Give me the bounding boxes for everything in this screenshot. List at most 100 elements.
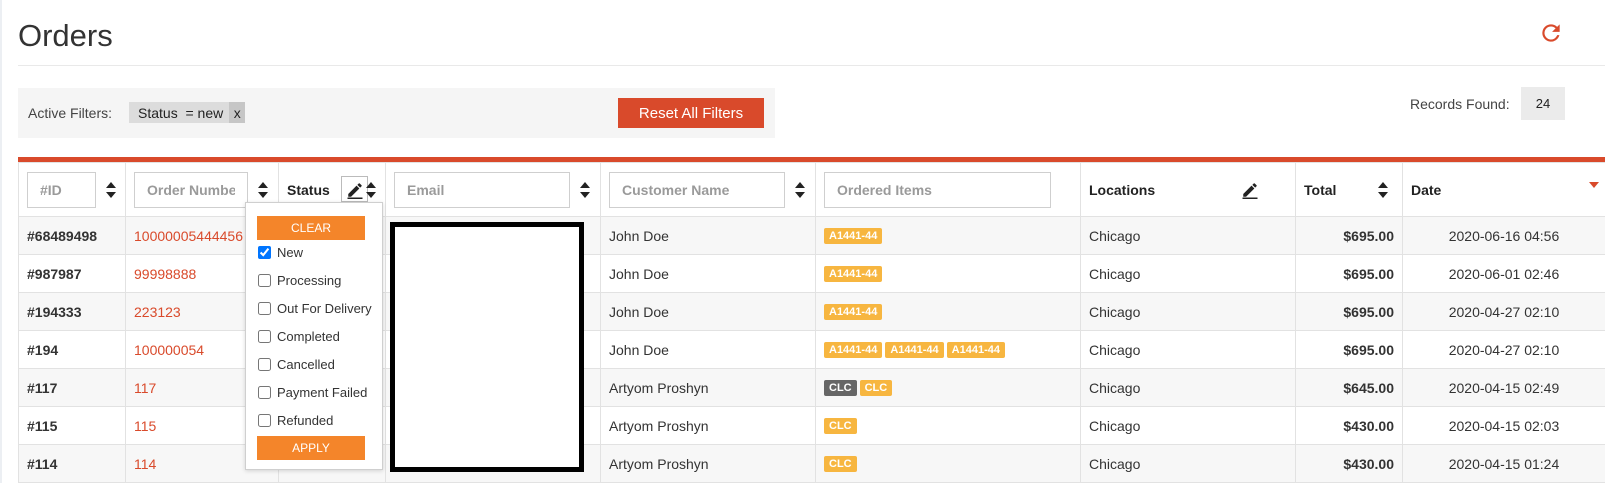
total-cell: $695.00 — [1295, 216, 1403, 255]
active-filters-label: Active Filters: — [28, 105, 113, 121]
clear-status-filter-button[interactable]: CLEAR — [257, 216, 365, 240]
ordered-items-cell: A1441-44 — [815, 216, 1081, 255]
ordered-items-cell: CLC — [815, 444, 1081, 483]
location-cell: Chicago — [1080, 406, 1296, 445]
title-divider — [18, 65, 1605, 66]
order-id-cell: #114 — [18, 444, 126, 483]
date-cell: 2020-04-15 01:24 — [1402, 444, 1605, 483]
item-tag: A1441-44 — [946, 342, 1005, 359]
location-cell: Chicago — [1080, 444, 1296, 483]
edit-filter-icon[interactable] — [346, 181, 364, 199]
sort-descending-icon[interactable] — [1589, 182, 1599, 188]
ordered-items-cell: CLC CLC — [815, 368, 1081, 407]
total-cell: $695.00 — [1295, 254, 1403, 293]
location-cell: Chicago — [1080, 216, 1296, 255]
status-option-checkbox[interactable] — [258, 274, 271, 287]
status-option-checkbox[interactable] — [258, 246, 271, 259]
status-option-label: Payment Failed — [277, 385, 368, 400]
order-number-filter-input[interactable] — [134, 172, 248, 208]
status-option[interactable]: New — [258, 245, 303, 260]
item-tag: CLC — [824, 456, 857, 473]
item-tag: CLC — [824, 380, 857, 397]
date-cell: 2020-04-15 02:49 — [1402, 368, 1605, 407]
status-option-checkbox[interactable] — [258, 330, 271, 343]
status-option-checkbox[interactable] — [258, 414, 271, 427]
id-filter-input[interactable] — [27, 172, 96, 208]
sort-icon[interactable] — [105, 182, 117, 198]
sort-icon[interactable] — [794, 182, 806, 198]
total-column-header: Total — [1295, 162, 1403, 217]
order-id-cell: #117 — [18, 368, 126, 407]
apply-status-filter-button[interactable]: APPLY — [257, 436, 365, 460]
status-option-label: Out For Delivery — [277, 301, 372, 316]
email-redaction-box — [390, 222, 584, 472]
ordered-items-cell: A1441-44 — [815, 254, 1081, 293]
order-number-link[interactable]: 99998888 — [134, 266, 196, 282]
status-option[interactable]: Payment Failed — [258, 385, 367, 400]
order-number-link[interactable]: 114 — [134, 456, 156, 472]
date-header-label: Date — [1411, 182, 1442, 198]
edit-filter-icon[interactable] — [1241, 181, 1259, 199]
date-column-header: Date — [1402, 162, 1605, 217]
date-cell: 2020-06-16 04:56 — [1402, 216, 1605, 255]
location-cell: Chicago — [1080, 330, 1296, 369]
status-option[interactable]: Completed — [258, 329, 340, 344]
total-cell: $695.00 — [1295, 330, 1403, 369]
filter-chip-text: Status = new — [138, 104, 224, 121]
location-cell: Chicago — [1080, 368, 1296, 407]
status-option[interactable]: Refunded — [258, 413, 333, 428]
customer-name-cell: Artyom Proshyn — [600, 406, 816, 445]
ordered-items-cell: A1441-44 — [815, 292, 1081, 331]
order-id-cell: #68489498 — [18, 216, 126, 255]
customer-name-cell: Artyom Proshyn — [600, 444, 816, 483]
order-number-link[interactable]: 100000054 — [134, 342, 204, 358]
location-cell: Chicago — [1080, 254, 1296, 293]
status-option-label: Completed — [277, 329, 340, 344]
sort-icon[interactable] — [1377, 182, 1389, 198]
order-number-link[interactable]: 115 — [134, 418, 156, 434]
order-id-cell: #115 — [18, 406, 126, 445]
date-cell: 2020-04-27 02:10 — [1402, 292, 1605, 331]
order-number-link[interactable]: 223123 — [134, 304, 181, 320]
customer-name-cell: Artyom Proshyn — [600, 368, 816, 407]
status-option-checkbox[interactable] — [258, 386, 271, 399]
email-filter-input[interactable] — [394, 172, 570, 208]
sort-icon[interactable] — [365, 182, 377, 198]
sort-icon[interactable] — [257, 182, 269, 198]
locations-column-header: Locations — [1080, 162, 1296, 217]
item-tag: A1441-44 — [885, 342, 944, 359]
location-cell: Chicago — [1080, 292, 1296, 331]
active-filters-bar: Active Filters: Status = new x Reset All… — [18, 88, 775, 138]
order-id-cell: #194 — [18, 330, 126, 369]
status-option-checkbox[interactable] — [258, 358, 271, 371]
status-option[interactable]: Cancelled — [258, 357, 335, 372]
date-cell: 2020-04-15 02:03 — [1402, 406, 1605, 445]
item-tag: CLC — [859, 380, 893, 397]
records-found-label: Records Found: — [1410, 96, 1510, 112]
total-header-label: Total — [1304, 182, 1337, 198]
items-column-header — [815, 162, 1081, 217]
status-option-checkbox[interactable] — [258, 302, 271, 315]
item-tag: CLC — [824, 418, 857, 435]
item-tag: A1441-44 — [824, 304, 883, 321]
date-cell: 2020-06-01 02:46 — [1402, 254, 1605, 293]
ordered-items-cell: A1441-44 A1441-44 A1441-44 — [815, 330, 1081, 369]
status-option[interactable]: Out For Delivery — [258, 301, 372, 316]
order-number-link[interactable]: 10000005444456 — [134, 228, 243, 244]
reset-all-filters-button[interactable]: Reset All Filters — [618, 98, 764, 128]
customer-name-filter-input[interactable] — [609, 172, 785, 208]
item-tag: A1441-44 — [824, 342, 883, 359]
sort-icon[interactable] — [579, 182, 591, 198]
refresh-icon[interactable] — [1538, 20, 1564, 46]
item-tag: A1441-44 — [824, 266, 883, 283]
status-header-label: Status — [287, 182, 330, 198]
customer-name-cell: John Doe — [600, 254, 816, 293]
status-option[interactable]: Processing — [258, 273, 341, 288]
order-id-cell: #194333 — [18, 292, 126, 331]
status-option-label: New — [277, 245, 304, 260]
ordered-items-filter-input[interactable] — [824, 172, 1051, 208]
order-number-link[interactable]: 117 — [134, 380, 156, 396]
customer-name-cell: John Doe — [600, 216, 816, 255]
total-cell: $645.00 — [1295, 368, 1403, 407]
remove-filter-button[interactable]: x — [229, 102, 246, 123]
